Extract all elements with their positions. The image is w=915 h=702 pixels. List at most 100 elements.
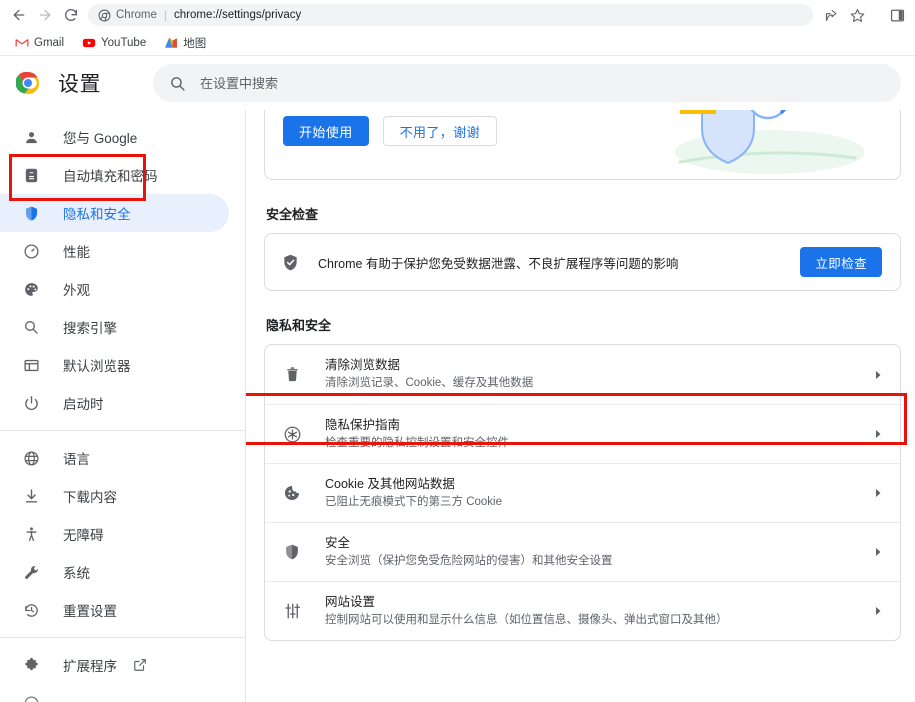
back-button[interactable] (6, 2, 32, 28)
list-item-subtitle: 已阻止无痕模式下的第三方 Cookie (325, 495, 502, 508)
sidebar-item-performance[interactable]: 性能 (0, 232, 229, 270)
sidebar-item-label: 无障碍 (63, 528, 104, 543)
sidebar-item-downloads[interactable]: 下载内容 (0, 477, 229, 515)
chevron-right-icon (872, 487, 884, 499)
privacy-section-title: 隐私和安全 (266, 318, 332, 333)
sidebar-item-label: 重置设置 (63, 604, 117, 619)
list-item-subtitle: 控制网站可以使用和显示什么信息（如位置信息、摄像头、弹出式窗口及其他） (325, 613, 728, 626)
privacy-guide-promo-card: 开始使用 不用了，谢谢 (264, 110, 901, 180)
forward-button[interactable] (32, 2, 58, 28)
sidebar-item-label: 外观 (63, 283, 90, 298)
sidebar-item-you-and-google[interactable]: 您与 Google (0, 118, 229, 156)
sidebar-item-label: 自动填充和密码 (63, 169, 158, 184)
sidebar-item-search-engine[interactable]: 搜索引擎 (0, 308, 229, 346)
search-input[interactable] (200, 75, 885, 91)
wrench-icon (21, 562, 41, 582)
list-item-privacy-guide[interactable]: 隐私保护指南 检查重要的隐私控制设置和安全控件 (265, 404, 900, 463)
sidebar-item-label: 搜索引擎 (63, 321, 117, 336)
shield-icon (21, 203, 41, 223)
sidebar-item-appearance[interactable]: 外观 (0, 270, 229, 308)
bookmark-maps[interactable]: 地图 (157, 32, 213, 54)
share-button[interactable] (819, 3, 843, 27)
sidebar-item-languages[interactable]: 语言 (0, 439, 229, 477)
safety-check-section-title: 安全检查 (266, 207, 319, 222)
list-item-site-settings[interactable]: 网站设置 控制网站可以使用和显示什么信息（如位置信息、摄像头、弹出式窗口及其他） (265, 581, 900, 640)
bookmark-label: 地图 (183, 37, 207, 50)
speedometer-icon (21, 241, 41, 261)
accessibility-icon (21, 524, 41, 544)
sidebar-item-label: 语言 (63, 452, 90, 467)
sidebar-item-privacy-and-security[interactable]: 隐私和安全 (0, 194, 229, 232)
puzzle-icon (21, 655, 41, 675)
sidebar-item-autofill[interactable]: 自动填充和密码 (0, 156, 229, 194)
maps-icon (165, 37, 178, 48)
settings-main-content: 开始使用 不用了，谢谢 安全检查 Chrome 有助于保护您免受数据泄露、不良扩… (245, 110, 915, 702)
history-restore-icon (21, 600, 41, 620)
sidebar-item-system[interactable]: 系统 (0, 553, 229, 591)
bookmark-label: Gmail (34, 36, 65, 49)
reload-button[interactable] (58, 2, 84, 28)
list-item-text: 清除浏览数据 清除浏览记录、Cookie、缓存及其他数据 (325, 356, 862, 392)
list-item-title: 安全 (325, 535, 351, 550)
search-icon (21, 317, 41, 337)
get-started-button[interactable]: 开始使用 (283, 116, 369, 146)
privacy-illustration (675, 110, 865, 174)
open-in-new-icon (133, 658, 148, 673)
forward-arrow-icon (39, 9, 51, 21)
chevron-right-icon (872, 428, 884, 440)
no-thanks-button[interactable]: 不用了，谢谢 (382, 116, 498, 146)
reload-icon (65, 9, 77, 21)
list-item-security[interactable]: 安全 安全浏览（保护您免受危险网站的侵害）和其他安全设置 (265, 522, 900, 581)
list-item-title: 隐私保护指南 (325, 417, 401, 432)
back-arrow-icon (13, 9, 25, 21)
sidebar-item-default-browser[interactable]: 默认浏览器 (0, 346, 229, 384)
sidebar-item-partial[interactable] (0, 684, 229, 702)
settings-page: 设置 您与 Google 自动填充和密码 (0, 56, 915, 702)
omnibox-url: chrome://settings/privacy (174, 9, 302, 21)
youtube-icon (82, 38, 96, 47)
list-item-clear-browsing-data[interactable]: 清除浏览数据 清除浏览记录、Cookie、缓存及其他数据 (265, 345, 900, 404)
settings-search-box[interactable] (153, 64, 901, 102)
sidebar-divider (0, 430, 245, 431)
bookmark-youtube[interactable]: YouTube (75, 33, 153, 53)
list-item-cookies[interactable]: Cookie 及其他网站数据 已阻止无痕模式下的第三方 Cookie (265, 463, 900, 522)
check-now-button[interactable]: 立即检查 (800, 247, 882, 277)
star-icon (850, 8, 864, 22)
omnibox[interactable]: Chrome | chrome://settings/privacy (88, 4, 813, 26)
chrome-page-icon (98, 9, 111, 21)
share-icon (825, 9, 836, 21)
side-panel-button[interactable] (885, 3, 909, 27)
settings-header: 设置 (0, 56, 915, 110)
shield-icon (281, 541, 303, 563)
sidebar-item-extensions[interactable]: 扩展程序 (0, 646, 229, 684)
gmail-icon (15, 38, 29, 46)
omnibox-brand-label: Chrome (116, 9, 157, 21)
sidebar-item-label: 默认浏览器 (63, 359, 131, 374)
sidebar-item-label: 下载内容 (63, 490, 117, 505)
side-panel-icon (890, 9, 904, 21)
trash-icon (281, 364, 303, 386)
palette-icon (21, 279, 41, 299)
list-item-subtitle: 清除浏览记录、Cookie、缓存及其他数据 (325, 377, 534, 390)
list-item-text: 隐私保护指南 检查重要的隐私控制设置和安全控件 (325, 416, 862, 452)
list-item-title: Cookie 及其他网站数据 (325, 476, 455, 491)
privacy-guide-icon (281, 423, 303, 445)
list-item-text: 网站设置 控制网站可以使用和显示什么信息（如位置信息、摄像头、弹出式窗口及其他） (325, 593, 862, 629)
sidebar-item-label: 扩展程序 (63, 659, 117, 674)
toolbar-actions (819, 3, 909, 27)
sidebar-item-on-startup[interactable]: 启动时 (0, 384, 229, 422)
omnibox-separator: | (163, 8, 168, 22)
person-icon (21, 127, 41, 147)
bookmark-gmail[interactable]: Gmail (8, 33, 71, 53)
browser-toolbar: Chrome | chrome://settings/privacy (0, 0, 915, 30)
sidebar-item-accessibility[interactable]: 无障碍 (0, 515, 229, 553)
browser-window-icon (21, 355, 41, 375)
bookmark-button[interactable] (845, 3, 869, 27)
bookmark-label: YouTube (101, 36, 147, 49)
sidebar-item-label: 性能 (63, 245, 90, 260)
cookie-icon (281, 482, 303, 504)
sidebar-item-reset-settings[interactable]: 重置设置 (0, 591, 229, 629)
search-icon (169, 75, 186, 92)
chrome-logo-icon (16, 71, 40, 95)
list-item-subtitle: 安全浏览（保护您免受危险网站的侵害）和其他安全设置 (325, 554, 613, 567)
